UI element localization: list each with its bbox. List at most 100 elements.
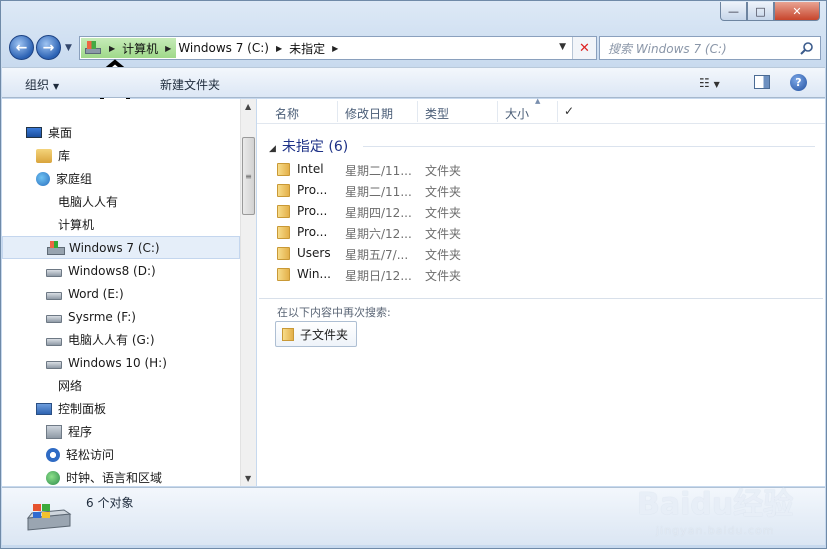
sidebar-item-drive-e[interactable]: Word (E:) [2,282,240,305]
back-button[interactable]: ← [9,35,34,60]
sidebar-item-computer[interactable]: 计算机 [2,213,240,236]
folder-tree: 桌面 库 家庭组 电脑人人有 计算机 Windows 7 (C:) Window… [2,121,240,489]
recent-pages-dropdown[interactable]: ▼ [65,43,72,53]
file-list-pane: 名称 修改日期 类型 大小 ▲ ✓ ◢ 未指定 (6) Intel 星期二/11..… [257,97,825,486]
group-header[interactable]: ◢ 未指定 (6) [269,136,348,156]
control-panel-icon [36,402,52,415]
maximize-button[interactable]: □ [747,2,774,21]
chevron-down-icon: ▼ [713,80,720,89]
sidebar-item-drive-g[interactable]: 电脑人人有 (G:) [2,328,240,351]
breadcrumb: ▶ 计算机 ▶ Windows 7 (C:) ▶ 未指定 ▶ [80,37,345,59]
programs-icon [46,424,62,439]
sidebar-item-drive-f[interactable]: Sysrme (F:) [2,305,240,328]
folder-icon [277,184,290,197]
column-type[interactable]: 类型 [425,105,449,122]
sidebar-item-drive-h[interactable]: Windows 10 (H:) [2,351,240,374]
explorer-window: — □ ✕ ← → ▼ ▶ 计算机 ▶ Windows 7 (C:) ▶ 未指定… [0,0,827,549]
sidebar-item-desktop[interactable]: 桌面 [2,121,240,144]
breadcrumb-chevron-icon[interactable]: ▶ [276,44,282,53]
scroll-down-icon[interactable]: ▼ [245,474,251,483]
search-icon[interactable] [800,41,814,55]
column-name[interactable]: 名称 [275,105,299,122]
desktop-icon [26,127,42,138]
subfolder-search-button[interactable]: 子文件夹 [275,321,358,347]
search-placeholder: 搜索 Windows 7 (C:) [608,41,727,56]
collapse-icon[interactable]: ◢ [269,144,276,154]
group-divider [363,146,815,147]
drive-icon [46,314,62,323]
column-divider[interactable] [497,101,498,122]
forward-button[interactable]: → [36,35,61,60]
folder-icon [277,247,290,260]
close-icon: ✕ [579,40,590,56]
scroll-up-icon[interactable]: ▲ [245,102,251,111]
folder-icon [277,205,290,218]
sidebar-item-user[interactable]: 电脑人人有 [2,190,240,213]
breadcrumb-drive[interactable]: Windows 7 (C:) [178,41,269,55]
view-list-icon: ☷ [699,76,710,90]
sidebar-item-control-panel[interactable]: 控制面板 [2,397,240,420]
list-item[interactable]: Pro... 星期六/12... 文件夹 [275,222,525,243]
sidebar-item-homegroup[interactable]: 家庭组 [2,167,240,190]
help-icon[interactable]: ? [790,74,807,91]
drive-icon [46,291,62,300]
column-divider[interactable] [557,101,558,122]
windows-drive-icon [26,504,72,531]
list-item[interactable]: Pro... 星期二/11... 文件夹 [275,180,525,201]
list-item[interactable]: Intel 星期二/11... 文件夹 [275,159,525,180]
sidebar-scrollbar[interactable]: ▲ ≡ ▼ [240,99,256,486]
ease-of-access-icon [46,447,60,462]
column-divider[interactable] [417,101,418,122]
folder-icon [277,226,290,239]
sidebar-item-programs[interactable]: 程序 [2,420,240,443]
list-item[interactable]: Pro... 星期四/12... 文件夹 [275,201,525,222]
breadcrumb-computer[interactable]: 计算机 [122,40,158,57]
navigation-row: ← → ▼ ▶ 计算机 ▶ Windows 7 (C:) ▶ 未指定 ▶ ▼ ✕… [9,35,821,61]
arrow-right-icon: → [42,39,55,56]
sidebar-item-ease-of-access[interactable]: 轻松访问 [2,443,240,466]
preview-pane-icon[interactable] [754,75,770,89]
folder-icon [282,328,294,341]
caption-buttons: — □ ✕ [720,2,820,21]
sidebar-item-drive-c[interactable]: Windows 7 (C:) [2,236,240,259]
change-view-button[interactable]: ☷ ▼ [699,76,720,90]
folder-icon [277,163,290,176]
breadcrumb-chevron-icon[interactable]: ▶ [109,44,115,53]
network-icon [36,379,52,393]
column-divider[interactable] [337,101,338,122]
column-size[interactable]: 大小 [505,105,529,122]
stop-button[interactable]: ✕ [572,37,596,59]
homegroup-icon [36,171,50,186]
computer-icon [36,218,52,232]
sidebar-item-drive-d[interactable]: Windows8 (D:) [2,259,240,282]
drive-icon [46,337,62,346]
scrollbar-thumb[interactable]: ≡ [242,137,255,215]
sidebar-item-library[interactable]: 库 [2,144,240,167]
folder-icon [277,268,290,281]
sidebar-item-clock-region[interactable]: 时钟、语言和区域 [2,466,240,489]
search-again-divider [259,298,823,299]
minimize-button[interactable]: — [720,2,747,21]
list-item[interactable]: Win... 星期日/12... 文件夹 [275,264,525,285]
organize-button[interactable]: 组织 ▼ [25,76,59,93]
breadcrumb-unspecified[interactable]: 未指定 [289,40,325,57]
user-folder-icon [36,195,52,209]
list-item[interactable]: Users 星期五/7/... 文件夹 [275,243,525,264]
details-pane: 6 个对象 [2,487,825,545]
address-bar[interactable]: ▶ 计算机 ▶ Windows 7 (C:) ▶ 未指定 ▶ ▼ ✕ [79,36,597,60]
column-modified[interactable]: 修改日期 [345,105,393,122]
address-history-dropdown[interactable]: ▼ [559,42,566,52]
sidebar-item-network[interactable]: 网络 [2,374,240,397]
command-bar: 组织 ▼ 新建文件夹 ☷ ▼ ? [2,67,825,98]
new-folder-button[interactable]: 新建文件夹 [160,76,220,93]
breadcrumb-chevron-icon[interactable]: ▶ [165,44,171,53]
checkmark-icon[interactable]: ✓ [564,104,574,118]
chevron-down-icon: ▼ [53,82,60,91]
item-count: 6 个对象 [86,496,134,510]
close-button[interactable]: ✕ [774,2,820,21]
search-input[interactable]: 搜索 Windows 7 (C:) [599,36,821,60]
windows-drive-icon [84,41,102,55]
search-again-label: 在以下内容中再次搜索: [277,306,391,319]
file-rows: Intel 星期二/11... 文件夹 Pro... 星期二/11... 文件夹 Pro… [275,159,525,285]
breadcrumb-chevron-icon[interactable]: ▶ [332,44,338,53]
